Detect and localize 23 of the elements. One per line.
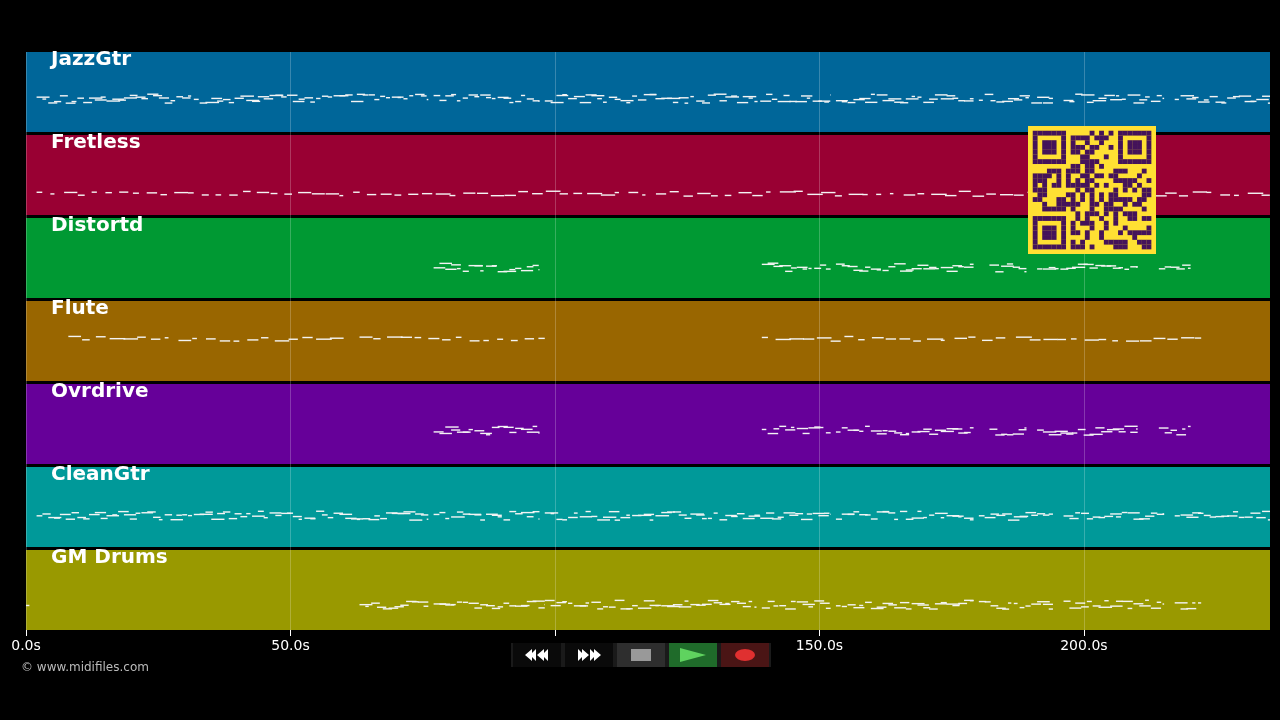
axis-label: 0.0s	[11, 637, 41, 653]
axis-label: 50.0s	[271, 637, 310, 653]
fast-forward-icon	[576, 648, 602, 662]
track-name: JazzGtr	[51, 46, 132, 70]
axis-label: 150.0s	[795, 637, 844, 653]
track-name: Distortd	[51, 212, 144, 236]
fast-forward-button[interactable]	[565, 643, 613, 667]
record-button[interactable]	[721, 643, 769, 667]
track-name: GM Drums	[51, 544, 168, 568]
stop-icon	[631, 649, 651, 661]
qr-code-icon	[1028, 126, 1156, 254]
rewind-button[interactable]	[513, 643, 561, 667]
stop-button[interactable]	[617, 643, 665, 667]
track-name: Fretless	[51, 129, 141, 153]
record-icon	[735, 649, 755, 661]
play-button[interactable]	[669, 643, 717, 667]
play-icon	[680, 648, 706, 662]
rewind-icon	[524, 648, 550, 662]
copyright-text: © www.midifiles.com	[21, 660, 150, 674]
track-name: Ovrdrive	[51, 378, 149, 402]
axis-label: 200.0s	[1060, 637, 1108, 653]
track-name: Flute	[51, 295, 109, 319]
track-name: CleanGtr	[51, 461, 150, 485]
